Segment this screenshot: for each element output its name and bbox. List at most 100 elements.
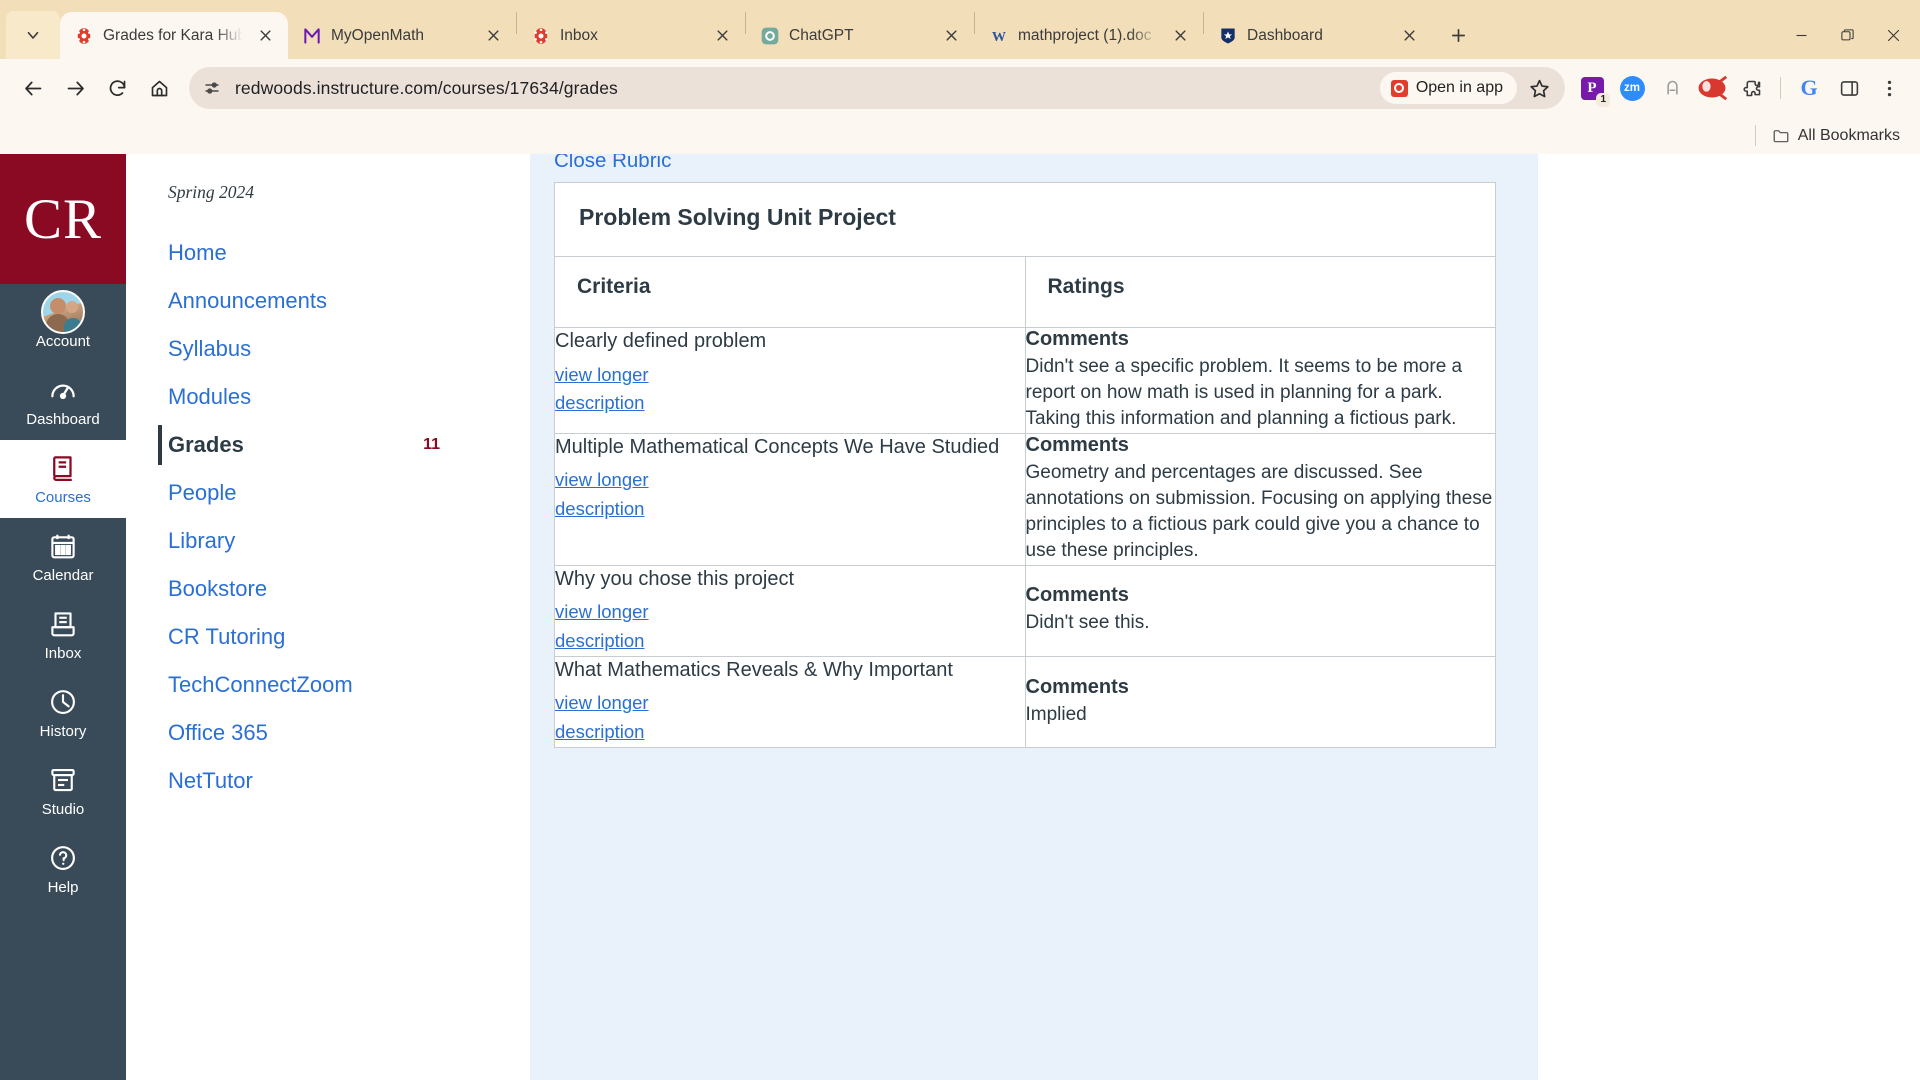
tab-close-button[interactable] bbox=[1396, 23, 1422, 49]
tab-close-button[interactable] bbox=[1167, 23, 1193, 49]
extensions-menu-button[interactable] bbox=[1733, 69, 1771, 107]
url-text[interactable]: redwoods.instructure.com/courses/17634/g… bbox=[229, 78, 1380, 99]
open-in-app-label: Open in app bbox=[1415, 79, 1503, 96]
global-nav-item-help[interactable]: Help bbox=[0, 830, 126, 908]
course-nav-item-nettutor[interactable]: NetTutor bbox=[126, 757, 486, 805]
new-tab-button[interactable] bbox=[1438, 15, 1478, 55]
view-longer-line1: view longer bbox=[555, 601, 649, 623]
extensions-row: P 1 zm G bbox=[1565, 69, 1908, 107]
global-nav-label: Dashboard bbox=[26, 411, 100, 428]
global-nav-item-account[interactable]: Account bbox=[0, 284, 126, 362]
browser-tab-grades[interactable]: Grades for Kara Hub bbox=[60, 12, 288, 59]
browser-tab-inbox[interactable]: Inbox bbox=[517, 12, 745, 59]
chrome-menu-button[interactable] bbox=[1870, 69, 1908, 107]
course-nav-item-people[interactable]: People bbox=[126, 469, 486, 517]
rubric-panel: Close Rubric Problem Solving Unit Projec… bbox=[530, 154, 1538, 1080]
zoom-extension[interactable]: zm bbox=[1613, 69, 1651, 107]
view-longer-description-link[interactable]: view longer description bbox=[555, 361, 1025, 418]
institution-logo[interactable]: CR bbox=[0, 154, 126, 284]
address-bar[interactable]: redwoods.instructure.com/courses/17634/g… bbox=[189, 67, 1565, 109]
browser-tab-myopenmath[interactable]: MyOpenMath bbox=[288, 12, 516, 59]
avatar-icon bbox=[41, 290, 85, 334]
close-icon bbox=[1174, 30, 1186, 41]
bookmark-star-button[interactable] bbox=[1521, 70, 1557, 106]
close-window-button[interactable] bbox=[1870, 13, 1916, 57]
minimize-button[interactable] bbox=[1778, 13, 1824, 57]
back-button[interactable] bbox=[12, 67, 54, 109]
global-nav-item-calendar[interactable]: Calendar bbox=[0, 518, 126, 596]
browser-tab-chatgpt[interactable]: ChatGPT bbox=[746, 12, 974, 59]
rubric-criterion-cell: Why you chose this project view longer d… bbox=[554, 565, 1026, 657]
tab-title: mathproject (1).doc bbox=[1018, 26, 1152, 44]
home-button[interactable] bbox=[138, 67, 180, 109]
bookmarks-bar: All Bookmarks bbox=[0, 117, 1920, 154]
forward-button[interactable] bbox=[54, 67, 96, 109]
maximize-button[interactable] bbox=[1824, 13, 1870, 57]
global-nav-item-studio[interactable]: Studio bbox=[0, 752, 126, 830]
course-nav-item-cr-tutoring[interactable]: CR Tutoring bbox=[126, 613, 486, 661]
view-longer-description-link[interactable]: view longer description bbox=[555, 466, 1025, 523]
course-nav-item-announcements[interactable]: Announcements bbox=[126, 277, 486, 325]
view-longer-description-link[interactable]: view longer description bbox=[555, 689, 1025, 746]
view-longer-line1: view longer bbox=[555, 469, 649, 491]
all-bookmarks-button[interactable]: All Bookmarks bbox=[1766, 123, 1906, 149]
course-nav-item-bookstore[interactable]: Bookstore bbox=[126, 565, 486, 613]
chevron-down-icon bbox=[27, 31, 39, 39]
tab-title: MyOpenMath bbox=[331, 26, 425, 44]
rubric-criterion-cell: Multiple Mathematical Concepts We Have S… bbox=[554, 433, 1026, 566]
course-nav-label: Syllabus bbox=[168, 336, 252, 361]
global-nav-item-courses[interactable]: Courses bbox=[0, 440, 126, 518]
global-nav-label: Help bbox=[47, 879, 79, 896]
open-in-app-button[interactable]: Open in app bbox=[1379, 72, 1517, 104]
global-nav-label: Courses bbox=[35, 489, 91, 506]
course-nav-item-home[interactable]: Home bbox=[126, 229, 486, 277]
close-icon bbox=[716, 30, 728, 41]
reload-icon bbox=[109, 79, 125, 96]
criterion-text: Multiple Mathematical Concepts We Have S… bbox=[555, 435, 1000, 458]
grammarly-extension[interactable] bbox=[1653, 69, 1691, 107]
course-nav-item-office365[interactable]: Office 365 bbox=[126, 709, 486, 757]
view-longer-description-link[interactable]: view longer description bbox=[555, 598, 1025, 655]
comment-text: Geometry and percentages are discussed. … bbox=[1025, 461, 1493, 562]
clock-icon bbox=[48, 686, 78, 718]
reload-button[interactable] bbox=[96, 67, 138, 109]
tab-close-button[interactable] bbox=[252, 23, 278, 49]
powerpoint-extension[interactable]: P 1 bbox=[1573, 69, 1611, 107]
canvas-global-nav: CR Account Dashboard Courses Calendar In… bbox=[0, 154, 126, 1080]
help-question-icon bbox=[48, 842, 78, 874]
side-panel-button[interactable] bbox=[1830, 69, 1868, 107]
browser-tab-dashboard[interactable]: Dashboard bbox=[1204, 12, 1432, 59]
global-nav-item-history[interactable]: History bbox=[0, 674, 126, 752]
course-navigation: Spring 2024 Home Announcements Syllabus … bbox=[126, 154, 486, 1080]
site-settings-icon[interactable] bbox=[195, 71, 229, 105]
plus-icon bbox=[1451, 28, 1465, 42]
course-nav-label: NetTutor bbox=[168, 768, 253, 793]
course-nav-item-syllabus[interactable]: Syllabus bbox=[126, 325, 486, 373]
tab-close-button[interactable] bbox=[480, 23, 506, 49]
canvas-icon bbox=[1390, 79, 1408, 97]
writing-assistant-icon bbox=[1666, 80, 1678, 95]
course-term: Spring 2024 bbox=[168, 182, 255, 202]
course-nav-item-library[interactable]: Library bbox=[126, 517, 486, 565]
course-nav-label: Modules bbox=[168, 384, 252, 409]
course-nav-label: CR Tutoring bbox=[168, 624, 286, 649]
global-nav-item-inbox[interactable]: Inbox bbox=[0, 596, 126, 674]
course-nav-item-grades[interactable]: Grades 11 bbox=[126, 421, 486, 469]
tab-close-button[interactable] bbox=[938, 23, 964, 49]
honey-extension[interactable] bbox=[1693, 69, 1731, 107]
tab-close-button[interactable] bbox=[709, 23, 735, 49]
global-nav-item-dashboard[interactable]: Dashboard bbox=[0, 362, 126, 440]
rubric-row: What Mathematics Reveals & Why Important… bbox=[554, 656, 1496, 748]
google-profile-button[interactable]: G bbox=[1790, 69, 1828, 107]
star-shield-icon bbox=[1218, 26, 1238, 46]
course-nav-item-modules[interactable]: Modules bbox=[126, 373, 486, 421]
google-icon: G bbox=[1800, 75, 1818, 100]
browser-tab-mathproject[interactable]: W mathproject (1).doc bbox=[975, 12, 1203, 59]
column-header-ratings: Ratings bbox=[1025, 256, 1496, 328]
rubric-title: Problem Solving Unit Project bbox=[554, 182, 1496, 257]
global-nav-label: Studio bbox=[41, 801, 85, 818]
course-nav-item-techconnectzoom[interactable]: TechConnectZoom bbox=[126, 661, 486, 709]
tab-search-button[interactable] bbox=[6, 11, 60, 59]
close-rubric-link[interactable]: Close Rubric bbox=[554, 154, 671, 173]
course-nav-label: Library bbox=[168, 528, 236, 553]
